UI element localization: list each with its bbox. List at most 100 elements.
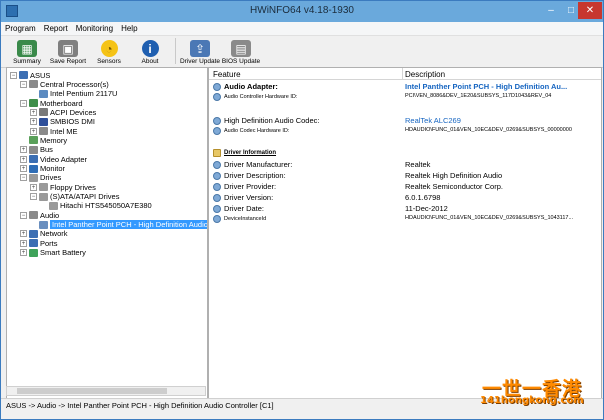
expand-toggle-icon[interactable]: +	[30, 183, 37, 191]
detail-row[interactable]: Driver Date: 11-Dec-2012	[209, 204, 601, 214]
expand-toggle-icon[interactable]: +	[20, 230, 27, 238]
menu-help[interactable]: Help	[121, 24, 137, 33]
tree-item[interactable]: + Smart Battery	[20, 248, 86, 258]
expand-toggle-icon[interactable]: +	[30, 127, 37, 135]
about-label: About	[141, 58, 159, 65]
detail-row[interactable]: Driver Manufacturer: Realtek	[209, 160, 601, 170]
feature-column-header[interactable]: Feature	[213, 70, 241, 79]
summary-button[interactable]: ▦ Summary	[7, 40, 47, 67]
tree-item-label: ACPI Devices	[50, 107, 97, 117]
device-icon	[39, 117, 48, 126]
bios-update-button[interactable]: ▤ BIOS Update	[221, 40, 261, 67]
expand-toggle-icon[interactable]: −	[20, 211, 27, 219]
status-path: ASUS -> Audio -> Intel Panther Point PCH…	[6, 401, 274, 410]
description-column-header[interactable]: Description	[405, 70, 445, 79]
tree-item-label: Intel ME	[50, 126, 78, 136]
driver-update-label: Driver Update	[179, 58, 221, 65]
description-cell: HDAUDIO\FUNC_01&VEN_10EC&DEV_0269&SUBSYS…	[405, 127, 572, 133]
menu-report[interactable]: Report	[44, 24, 68, 33]
device-icon	[39, 183, 48, 192]
detail-row[interactable]: Driver Version: 6.0.1.6798	[209, 193, 601, 203]
tree-horizontal-scrollbar[interactable]	[6, 386, 206, 396]
detail-row[interactable]: DeviceInstanceId HDAUDIO\FUNC_01&VEN_10EC…	[209, 215, 601, 225]
expand-toggle-icon[interactable]: +	[20, 146, 27, 154]
device-icon	[49, 201, 58, 210]
summary-icon: ▦	[17, 40, 37, 57]
expand-toggle-icon[interactable]: −	[10, 71, 17, 79]
device-tree[interactable]: − ASUS − Central Processor(s) Intel Pentium …	[6, 67, 208, 399]
save-icon: ▣	[58, 40, 78, 57]
details-panel: Feature Description Audio Adapter: Intel …	[208, 67, 602, 399]
tree-item-label: Bus	[40, 145, 53, 155]
feature-label: Audio Controller Hardware ID:	[224, 94, 298, 100]
feature-label: Driver Description:	[224, 171, 286, 180]
expand-toggle-icon[interactable]: +	[30, 108, 37, 116]
save-report-label: Save Report	[49, 58, 87, 65]
description-cell: 6.0.1.6798	[405, 193, 441, 202]
device-icon	[29, 99, 38, 108]
device-icon	[29, 80, 38, 89]
feature-label: Audio Adapter:	[224, 82, 278, 91]
feature-cell: DeviceInstanceId	[213, 215, 266, 223]
tree-item-label: Audio	[40, 210, 60, 220]
device-icon	[19, 71, 28, 79]
device-icon	[39, 192, 48, 201]
tree-item-label: Network	[40, 229, 68, 239]
property-icon	[213, 93, 221, 101]
title-bar: HWiNFO64 v4.18-1930 – □ ✕	[1, 1, 603, 22]
detail-row[interactable]: Driver Provider: Realtek Semiconductor Co…	[209, 182, 601, 192]
detail-row[interactable]: Audio Codec Hardware ID: HDAUDIO\FUNC_01&…	[209, 127, 601, 137]
expand-toggle-icon[interactable]: −	[20, 80, 27, 88]
save-report-button[interactable]: ▣ Save Report	[48, 40, 88, 67]
detail-row[interactable]: High Definition Audio Codec: RealTek ALC2…	[209, 116, 601, 126]
device-icon	[29, 136, 38, 145]
scrollbar-thumb[interactable]	[17, 388, 167, 394]
expand-toggle-icon[interactable]: +	[20, 165, 27, 172]
menu-monitoring[interactable]: Monitoring	[76, 24, 113, 33]
detail-row[interactable]: Audio Adapter: Intel Panther Point PCH - …	[209, 82, 601, 92]
close-button[interactable]: ✕	[578, 2, 602, 19]
feature-label: High Definition Audio Codec:	[224, 116, 320, 125]
feature-cell: Audio Adapter:	[213, 82, 278, 91]
property-icon	[213, 160, 221, 169]
sensors-button[interactable]: ◔ Sensors	[89, 40, 129, 67]
tree-item-label: Intel Panther Point PCH - High Definitio…	[50, 220, 208, 230]
device-icon	[29, 155, 38, 164]
property-icon	[213, 171, 221, 180]
menu-program[interactable]: Program	[5, 24, 36, 33]
feature-cell: Audio Controller Hardware ID:	[213, 93, 297, 101]
sensors-label: Sensors	[97, 58, 121, 65]
detail-row[interactable]: Driver Information	[209, 149, 601, 159]
app-window: HWiNFO64 v4.18-1930 – □ ✕ Program Report…	[0, 0, 604, 420]
expand-toggle-icon[interactable]: +	[20, 155, 27, 163]
column-splitter[interactable]	[402, 68, 403, 79]
bios-chip-icon: ▤	[231, 40, 251, 57]
about-button[interactable]: i About	[130, 40, 170, 67]
tree-item-label: Memory	[40, 135, 68, 145]
device-icon	[29, 164, 38, 173]
expand-toggle-icon[interactable]: +	[20, 239, 27, 247]
expand-toggle-icon[interactable]: +	[30, 118, 37, 126]
description-cell: PCI\VEN_8086&DEV_1E20&SUBSYS_117D1043&RE…	[405, 93, 552, 99]
device-icon	[29, 145, 38, 154]
feature-cell: Driver Date:	[213, 204, 264, 213]
device-icon	[39, 89, 48, 98]
feature-label: Audio Codec Hardware ID:	[224, 128, 290, 134]
detail-row[interactable]: Audio Controller Hardware ID: PCI\VEN_808…	[209, 93, 601, 103]
expand-toggle-icon[interactable]: −	[20, 174, 27, 182]
bios-update-label: BIOS Update	[221, 58, 261, 65]
minimize-button[interactable]: –	[541, 2, 561, 19]
expand-toggle-icon[interactable]: −	[20, 99, 27, 107]
device-icon	[39, 108, 48, 117]
detail-row[interactable]: Driver Description: Realtek High Definiti…	[209, 171, 601, 181]
description-cell: Realtek	[405, 160, 431, 169]
expand-toggle-icon[interactable]: +	[20, 249, 27, 257]
device-icon	[29, 239, 38, 248]
description-cell: Realtek Semiconductor Corp.	[405, 182, 503, 191]
device-icon	[29, 211, 38, 220]
expand-toggle-icon[interactable]: −	[30, 193, 37, 201]
property-icon	[213, 116, 221, 125]
driver-update-button[interactable]: ⇪ Driver Update	[180, 40, 220, 67]
feature-label: Driver Information	[224, 150, 277, 156]
